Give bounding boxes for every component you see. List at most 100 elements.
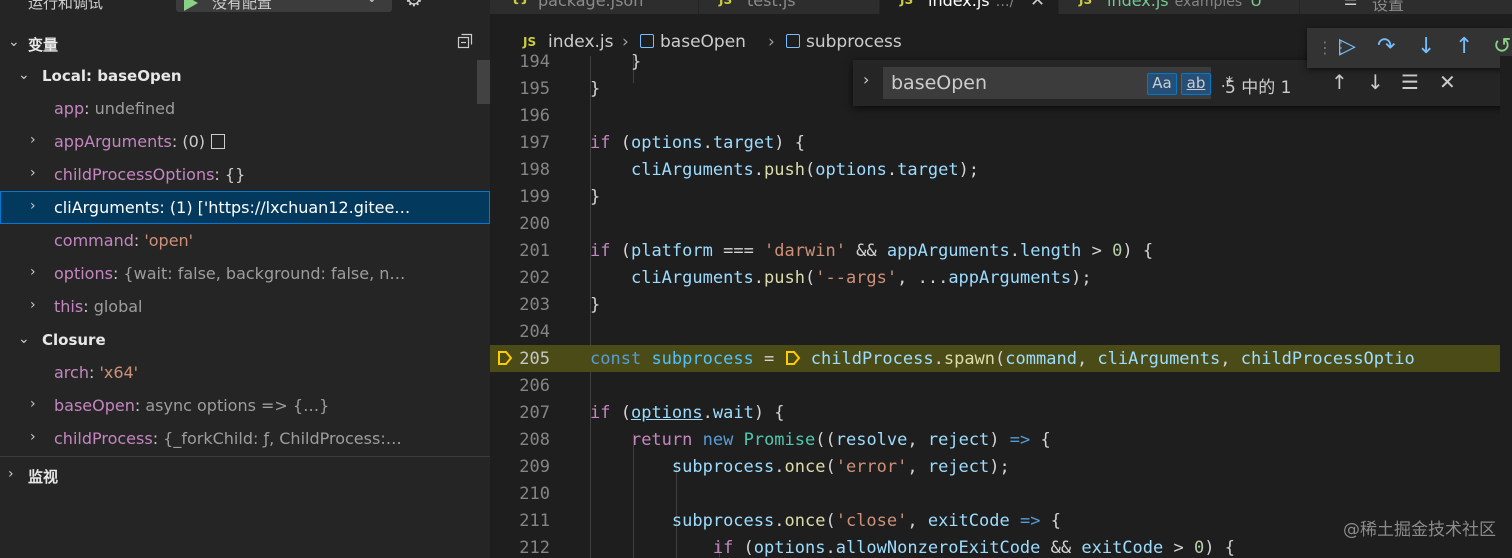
- tab-description: …/: [995, 0, 1015, 10]
- variable-row[interactable]: › baseOpen: async options => {…}: [0, 389, 490, 422]
- collapse-all-icon[interactable]: [457, 33, 473, 49]
- close-icon[interactable]: ✕: [1439, 70, 1456, 94]
- editor: {} package.json JS test.js JS index.js …/…: [490, 0, 1512, 558]
- code-line: 208 return new Promise((resolve, reject)…: [519, 430, 1051, 450]
- tab-settings[interactable]: ☰ 设置: [1300, 0, 1512, 14]
- variable-name: arch: [54, 363, 89, 382]
- variable-name: appArguments: [54, 132, 172, 151]
- start-debugging-icon[interactable]: [184, 0, 198, 11]
- sidebar-scrollbar[interactable]: [477, 60, 490, 104]
- code-line: 198 cliArguments.push(options.target);: [519, 160, 980, 180]
- debug-toolbar: ⋮⋮ ▷ ↷ ↓ ↑ ↺: [1307, 28, 1512, 68]
- code-line: 196: [519, 106, 550, 126]
- tab-package-json[interactable]: {} package.json: [490, 0, 699, 14]
- next-match-icon[interactable]: ↓: [1367, 70, 1384, 94]
- chevron-right-icon[interactable]: ›: [30, 429, 36, 445]
- variable-value: {}: [224, 165, 246, 184]
- chevron-right-icon[interactable]: ›: [30, 297, 36, 313]
- debug-sidebar: 运行和调试 没有配置 ⌄ ⚙ ··· ⌄ 变量 ⌄ Local: baseOpe…: [0, 0, 490, 558]
- scope-local[interactable]: ⌄ Local: baseOpen: [0, 61, 490, 91]
- scope-closure-label: Closure: [42, 331, 106, 349]
- untracked-badge: U: [1250, 0, 1262, 10]
- tab-description: examples: [1174, 0, 1243, 10]
- tab-index-js-examples[interactable]: JS index.js examples U: [1059, 0, 1300, 14]
- scope-closure[interactable]: ⌄ Closure: [0, 325, 490, 355]
- js-file-icon: JS: [900, 0, 914, 7]
- variable-name: command: [54, 231, 134, 250]
- tab-label: 设置: [1372, 0, 1405, 14]
- variable-row[interactable]: arch: 'x64': [0, 356, 490, 389]
- tab-label: index.js: [928, 0, 990, 10]
- previous-match-icon[interactable]: ↑: [1331, 70, 1348, 94]
- variable-name: app: [54, 99, 85, 118]
- empty-array-icon: [211, 134, 225, 149]
- variable-name: childProcess: [54, 429, 153, 448]
- code-line: 201 if (platform === 'darwin' && appArgum…: [519, 241, 1154, 261]
- section-divider: [0, 456, 490, 457]
- variable-row[interactable]: › options: {wait: false, background: fal…: [0, 257, 490, 290]
- overview-ruler[interactable]: [1500, 56, 1512, 558]
- find-input[interactable]: baseOpen Aa ab .*: [883, 67, 1233, 99]
- continue-icon[interactable]: ▷: [1339, 34, 1356, 59]
- step-out-icon[interactable]: ↑: [1455, 34, 1473, 59]
- scope-local-label: Local: baseOpen: [42, 67, 182, 85]
- step-over-icon[interactable]: ↷: [1377, 34, 1395, 59]
- watch-section-header[interactable]: › 监视: [0, 460, 490, 490]
- variable-row-selected[interactable]: › cliArguments: (1) ['https://lxchuan12.…: [0, 191, 490, 224]
- variable-value: global: [93, 297, 143, 316]
- variable-value: {wait: false, background: false, n…: [123, 264, 406, 283]
- variable-name: childProcessOptions: [54, 165, 215, 184]
- variable-name: baseOpen: [54, 396, 135, 415]
- chevron-right-icon[interactable]: ›: [30, 165, 36, 181]
- toggle-replace-icon[interactable]: ›: [863, 70, 869, 89]
- chevron-down-icon: ⌄: [8, 34, 20, 50]
- js-file-icon: JS: [1079, 0, 1093, 7]
- symbol-function-icon: [640, 34, 654, 48]
- variable-value: async options => {…}: [145, 396, 330, 415]
- variable-value: 'x64': [99, 363, 139, 382]
- chevron-right-icon[interactable]: ›: [30, 198, 36, 214]
- code-line: 202 cliArguments.push('--args', ...appAr…: [519, 268, 1092, 288]
- tab-index-js-active[interactable]: JS index.js …/ ✕: [880, 0, 1059, 14]
- close-icon[interactable]: ✕: [1030, 0, 1045, 11]
- chevron-down-icon: ⌄: [18, 331, 30, 347]
- chevron-right-icon[interactable]: ›: [30, 264, 36, 280]
- code-line: 204: [519, 322, 550, 342]
- tab-label: package.json: [538, 0, 644, 10]
- variable-row[interactable]: › this: global: [0, 290, 490, 323]
- variable-row[interactable]: › childProcessOptions: {}: [0, 158, 490, 191]
- whole-word-toggle[interactable]: ab: [1181, 73, 1211, 95]
- chevron-right-icon: ›: [8, 466, 14, 482]
- variable-value: {_forkChild: ƒ, ChildProcess:…: [163, 429, 402, 448]
- inline-breakpoint-icon: [785, 351, 800, 365]
- chevron-down-icon: ⌄: [18, 67, 30, 83]
- match-case-toggle[interactable]: Aa: [1147, 73, 1177, 95]
- gear-icon[interactable]: ⚙: [405, 0, 423, 11]
- find-input-value: baseOpen: [891, 72, 988, 94]
- step-into-icon[interactable]: ↓: [1417, 34, 1435, 59]
- code-line: 203}: [519, 295, 601, 315]
- tab-test-js[interactable]: JS test.js: [699, 0, 880, 14]
- variables-section-header[interactable]: ⌄ 变量: [0, 28, 490, 58]
- debug-config-label: 没有配置: [212, 0, 273, 12]
- variable-row[interactable]: › appArguments: (0): [0, 125, 490, 158]
- variable-row[interactable]: › childProcess: {_forkChild: ƒ, ChildPro…: [0, 422, 490, 455]
- symbol-variable-icon: [786, 34, 800, 48]
- code-line: 206: [519, 376, 550, 396]
- code-line: 197 if (options.target) {: [519, 133, 806, 153]
- chevron-right-icon[interactable]: ›: [30, 396, 36, 412]
- js-file-icon: JS: [523, 35, 537, 49]
- code-line: 199}: [519, 187, 601, 207]
- variable-row[interactable]: command: 'open': [0, 224, 490, 257]
- chevron-right-icon[interactable]: ›: [30, 132, 36, 148]
- find-in-selection-icon[interactable]: ☰: [1401, 70, 1419, 94]
- variable-row[interactable]: app: undefined: [0, 92, 490, 125]
- variable-name: options: [54, 264, 113, 283]
- more-icon[interactable]: ···: [446, 0, 466, 9]
- run-debug-bar: 运行和调试 没有配置 ⌄ ⚙ ···: [0, 0, 490, 14]
- variable-value: (0): [182, 132, 205, 151]
- variable-name: cliArguments: [54, 198, 160, 217]
- debug-config-select[interactable]: 没有配置 ⌄: [176, 0, 392, 12]
- variable-name: this: [54, 297, 84, 316]
- json-icon: {}: [510, 0, 530, 6]
